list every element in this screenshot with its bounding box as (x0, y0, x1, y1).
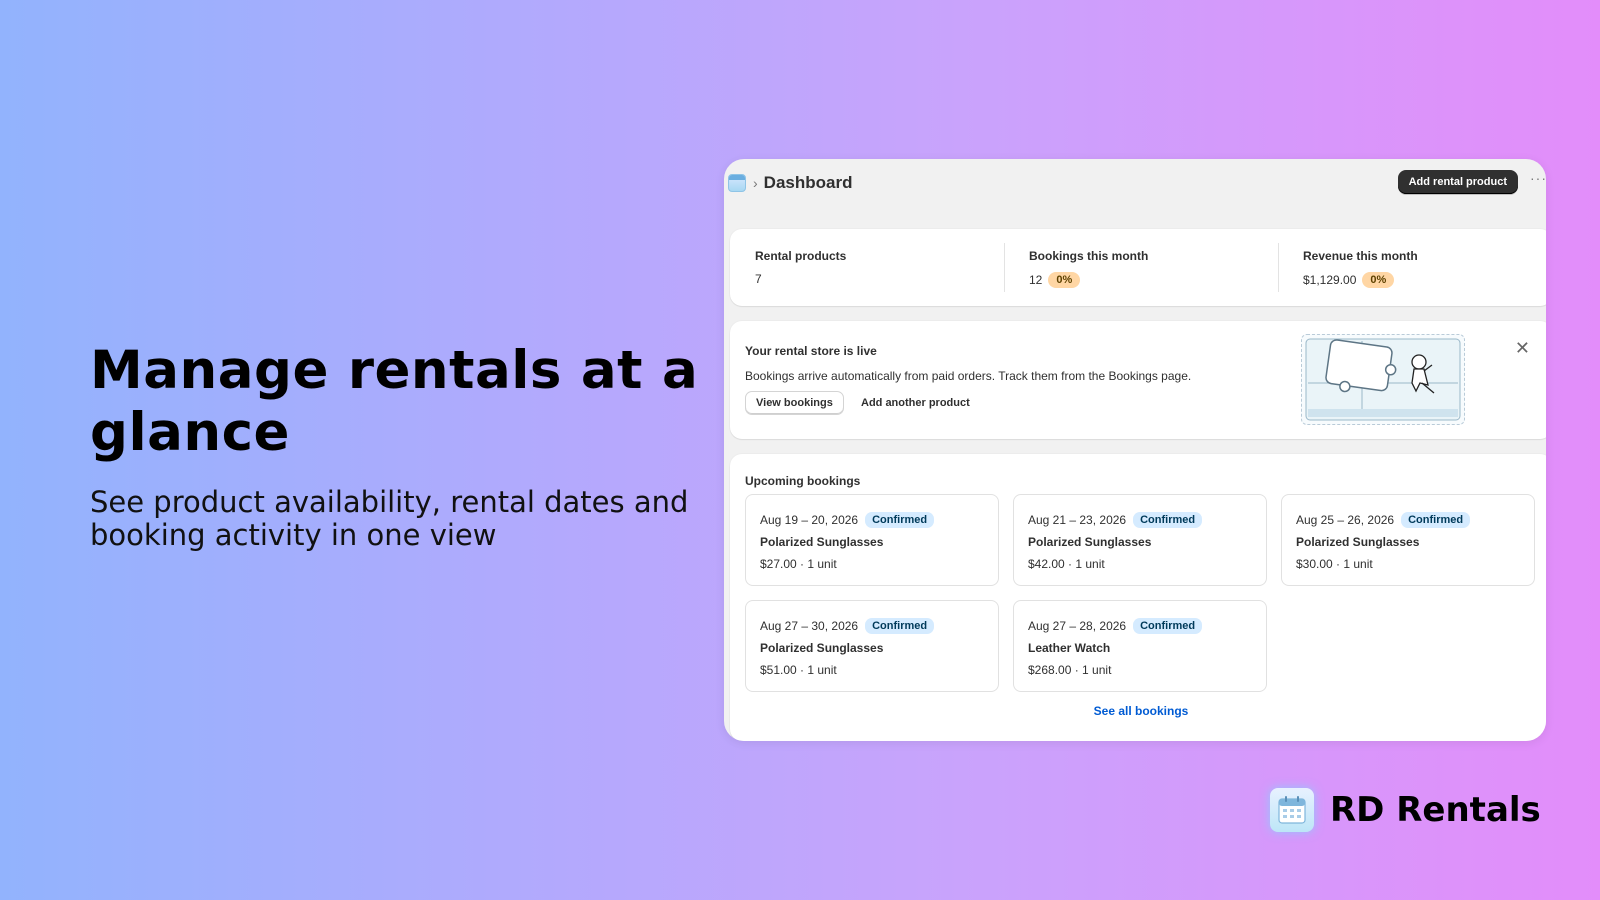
hero-subtitle: See product availability, rental dates a… (90, 485, 689, 552)
chevron-right-icon: › (753, 175, 758, 191)
booking-price: $30.00 · 1 unit (1296, 557, 1373, 571)
stat-revenue-this-month: Revenue this month $1,129.00 0% (1278, 229, 1546, 306)
stat-rental-products: Rental products 7 (730, 229, 1004, 306)
store-live-banner: Your rental store is live Bookings arriv… (730, 321, 1546, 439)
booking-dates: Aug 21 – 23, 2026 (1028, 513, 1127, 527)
brand: RD Rentals (1270, 788, 1541, 832)
booking-card[interactable]: Aug 25 – 26, 2026 Confirmed Polarized Su… (1281, 494, 1535, 586)
booking-price: $27.00 · 1 unit (760, 557, 837, 571)
add-rental-product-button[interactable]: Add rental product (1397, 170, 1518, 194)
stat-label: Revenue this month (1303, 249, 1418, 263)
upcoming-bookings-card: Upcoming bookings Aug 19 – 20, 2026 Conf… (730, 454, 1546, 741)
booking-card[interactable]: Aug 19 – 20, 2026 Confirmed Polarized Su… (745, 494, 999, 586)
stats-card: Rental products 7 Bookings this month 12… (730, 229, 1546, 306)
see-all-bookings-link[interactable]: See all bookings (730, 704, 1546, 718)
booking-price: $42.00 · 1 unit (1028, 557, 1105, 571)
status-badge: Confirmed (1133, 512, 1203, 528)
change-badge: 0% (1362, 272, 1395, 288)
brand-name: RD Rentals (1330, 790, 1541, 830)
booking-product: Polarized Sunglasses (760, 535, 884, 549)
close-icon[interactable]: ✕ (1515, 338, 1530, 359)
stat-value: 7 (755, 272, 762, 286)
booking-card[interactable]: Aug 27 – 30, 2026 Confirmed Polarized Su… (745, 600, 999, 692)
booking-product: Polarized Sunglasses (1296, 535, 1420, 549)
top-bar: › Dashboard Add rental product ··· (724, 159, 1546, 207)
hero-title: Manage rentals at a glance (90, 340, 699, 463)
booking-dates: Aug 27 – 30, 2026 (760, 619, 859, 633)
page-title: Dashboard (763, 173, 853, 192)
booking-price: $268.00 · 1 unit (1028, 663, 1112, 677)
booking-dates: Aug 27 – 28, 2026 (1028, 619, 1127, 633)
upcoming-title: Upcoming bookings (745, 474, 861, 488)
banner-text: Bookings arrive automatically from paid … (745, 369, 1192, 383)
booking-product: Polarized Sunglasses (760, 641, 884, 655)
booking-product: Leather Watch (1028, 641, 1111, 655)
booking-price: $51.00 · 1 unit (760, 663, 837, 677)
stat-label: Rental products (755, 249, 847, 263)
booking-dates: Aug 25 – 26, 2026 (1296, 513, 1395, 527)
calendar-icon[interactable] (728, 174, 746, 192)
ellipsis-icon[interactable]: ··· (1530, 171, 1546, 185)
stat-bookings-this-month: Bookings this month 12 0% (1004, 229, 1278, 306)
calendar-icon (1270, 788, 1314, 832)
banner-title: Your rental store is live (745, 344, 877, 358)
booking-product: Polarized Sunglasses (1028, 535, 1152, 549)
app-window: › Dashboard Add rental product ··· Renta… (724, 159, 1546, 741)
status-badge: Confirmed (865, 512, 935, 528)
booking-card[interactable]: Aug 27 – 28, 2026 Confirmed Leather Watc… (1013, 600, 1267, 692)
add-another-product-button[interactable]: Add another product (861, 397, 970, 409)
booking-card[interactable]: Aug 21 – 23, 2026 Confirmed Polarized Su… (1013, 494, 1267, 586)
status-badge: Confirmed (865, 618, 935, 634)
status-badge: Confirmed (1133, 618, 1203, 634)
status-badge: Confirmed (1401, 512, 1471, 528)
stat-label: Bookings this month (1029, 249, 1149, 263)
stat-value: $1,129.00 (1303, 273, 1357, 287)
change-badge: 0% (1048, 272, 1081, 288)
stat-value: 12 (1029, 273, 1043, 287)
view-bookings-button[interactable]: View bookings (745, 391, 844, 415)
puzzle-astronaut-illustration (1301, 334, 1465, 425)
booking-dates: Aug 19 – 20, 2026 (760, 513, 859, 527)
